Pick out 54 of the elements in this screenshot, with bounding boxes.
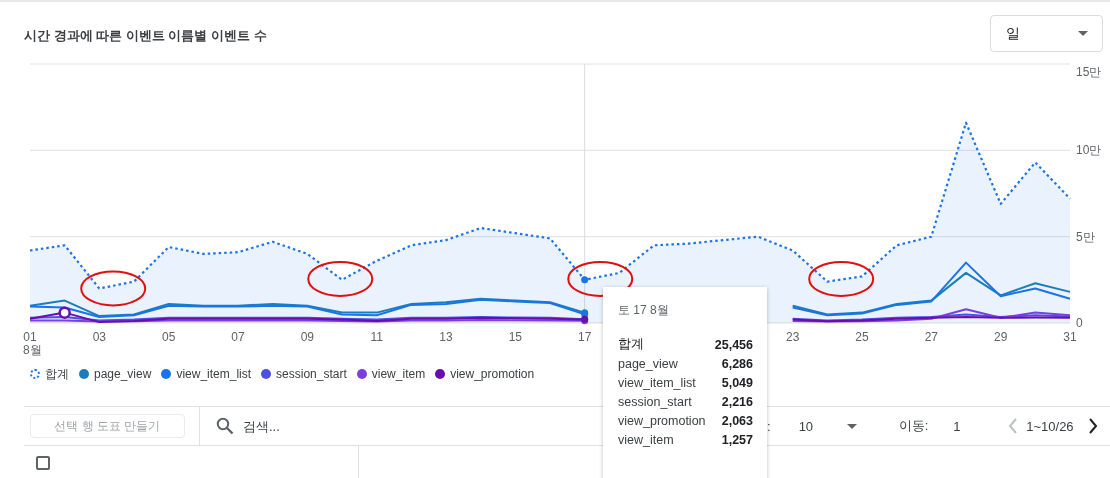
page-range: 1~10/26 [1026, 418, 1074, 434]
rows-per-page-label: : [767, 418, 771, 434]
x-axis-label: 13 [439, 330, 453, 344]
chart-title: 시간 경과에 따른 이벤트 이름별 이벤트 수 [24, 27, 267, 45]
tooltip-date: 토 17 8월 [618, 302, 670, 319]
legend-label[interactable]: page_view [94, 367, 152, 381]
search-icon [216, 417, 234, 435]
x-axis-label: 11 [370, 330, 383, 344]
x-axis-label: 27 [924, 330, 938, 344]
x-axis-label: 17 [578, 330, 592, 344]
tooltip-value: 6,286 [721, 356, 753, 371]
y-axis-label: 15만 [1076, 65, 1102, 79]
caret-icon [1078, 31, 1088, 36]
x-axis-label: 07 [231, 330, 245, 344]
legend-label[interactable]: 합계 [45, 365, 69, 383]
x-axis-label: 29 [994, 330, 1008, 344]
y-axis-label: 10만 [1076, 143, 1102, 158]
tooltip-value: 25,456 [714, 337, 753, 352]
tooltip-series-name: view_item [618, 432, 674, 447]
x-axis-label: 15 [508, 330, 522, 344]
checkbox[interactable] [36, 456, 50, 470]
legend-label[interactable]: session_start [276, 367, 347, 381]
x-axis-label: 31 [1063, 330, 1077, 344]
highlight-ellipse [80, 270, 147, 307]
month-label: 8월 [23, 343, 42, 357]
x-axis-label: 03 [92, 330, 106, 344]
tooltip-series-name: view_promotion [618, 413, 706, 428]
period-dropdown[interactable]: 일 [990, 15, 1103, 52]
legend-label[interactable]: view_item [371, 367, 426, 381]
x-axis-label: 23 [786, 330, 800, 344]
y-axis-label: 0 [1076, 316, 1083, 330]
x-axis-label: 01 [23, 330, 37, 344]
tooltip-value: 5,049 [721, 375, 753, 390]
tooltip-series-name: 합계 [618, 336, 644, 353]
go-to-page-field[interactable]: 1 [953, 418, 984, 434]
caret-icon [846, 423, 857, 429]
tooltip-value: 1,257 [721, 432, 753, 447]
x-axis-label: 05 [162, 330, 176, 344]
legend-label[interactable]: view_promotion [450, 367, 535, 381]
next-page-icon[interactable] [1087, 418, 1098, 434]
tooltip-value: 2,063 [721, 413, 753, 428]
legend-label[interactable]: view_item_list [176, 367, 252, 381]
go-to-label: 이동: [898, 417, 929, 435]
y-axis-label: 5만 [1076, 229, 1095, 244]
tooltip-series-name: session_start [618, 394, 692, 409]
x-axis-label: 25 [855, 330, 869, 344]
x-axis-label: 09 [300, 330, 314, 344]
highlight-ellipse [307, 260, 374, 297]
rows-per-page-dropdown[interactable]: 10 [798, 418, 857, 434]
tooltip-value: 2,216 [721, 394, 753, 409]
highlight-ellipse [808, 260, 875, 297]
tooltip-series-name: view_item_list [618, 375, 696, 390]
tooltip-series-name: page_view [618, 356, 678, 371]
point-marker [58, 306, 71, 319]
